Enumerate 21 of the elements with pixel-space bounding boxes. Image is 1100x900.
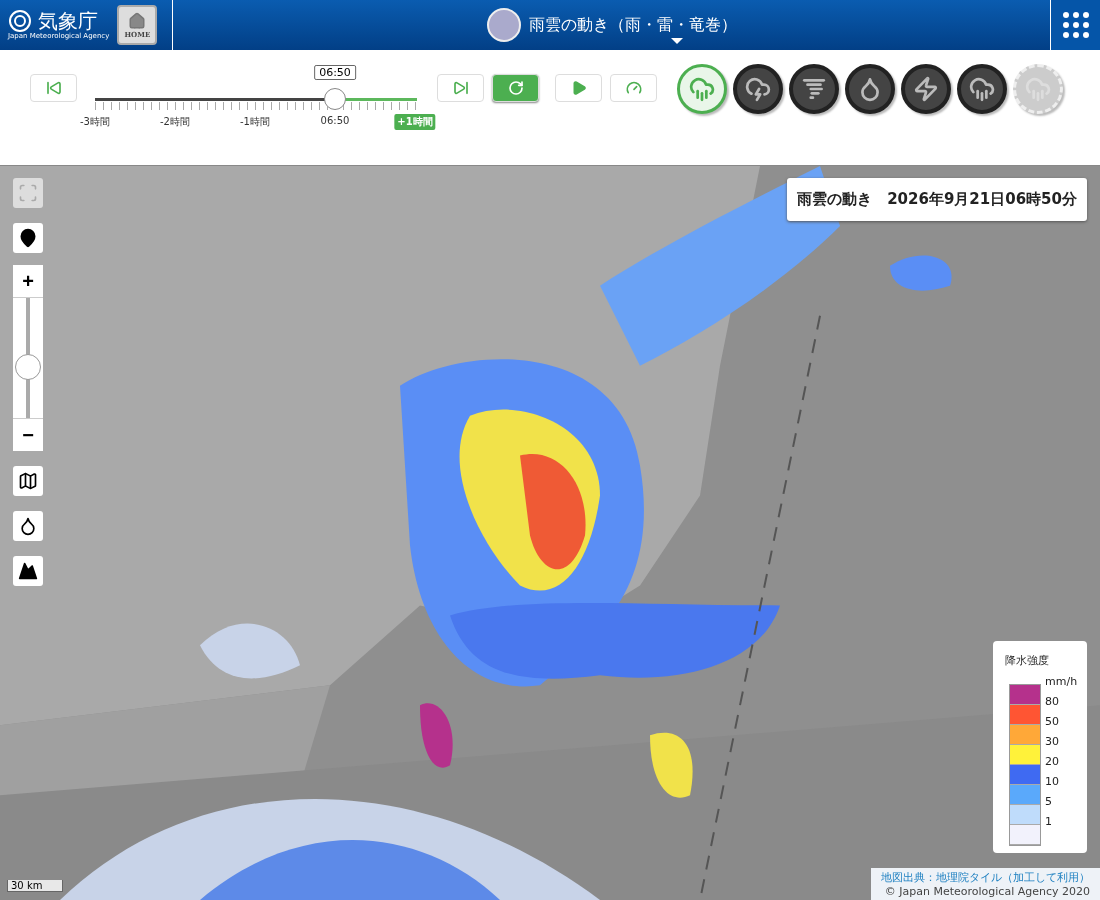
tick-label: 06:50 — [319, 114, 351, 127]
page-title[interactable]: 雨雲の動き（雨・雷・竜巻） — [528, 14, 737, 34]
legend-unit: mm/h — [1045, 674, 1078, 690]
attribution-link[interactable]: 地図出典：地理院タイル（加工して利用） — [881, 870, 1090, 885]
legend-label: 30 — [1045, 734, 1060, 750]
legend-label: 1 — [1045, 814, 1053, 830]
map-title: 雨雲の動き 2026年9月21日06時50分 — [787, 178, 1087, 221]
legend-label: 5 — [1045, 794, 1053, 810]
legend-label: 80 — [1045, 694, 1060, 710]
tick-label: +1時間 — [394, 114, 436, 130]
legend-label: 50 — [1045, 714, 1060, 730]
copyright-text: © Japan Meteorological Agency 2020 — [884, 885, 1090, 898]
legend-title: 降水強度 — [1005, 653, 1050, 668]
tick-label: -1時間 — [239, 115, 271, 129]
logo-text: 気象庁 — [38, 10, 98, 32]
legend-label: 20 — [1045, 754, 1060, 770]
tick-label: -3時間 — [79, 115, 111, 129]
tick-label: -2時間 — [159, 115, 191, 129]
legend-label: 10 — [1045, 774, 1060, 790]
time-bubble: 06:50 — [314, 65, 356, 80]
scale-bar: 30 km — [7, 880, 63, 892]
